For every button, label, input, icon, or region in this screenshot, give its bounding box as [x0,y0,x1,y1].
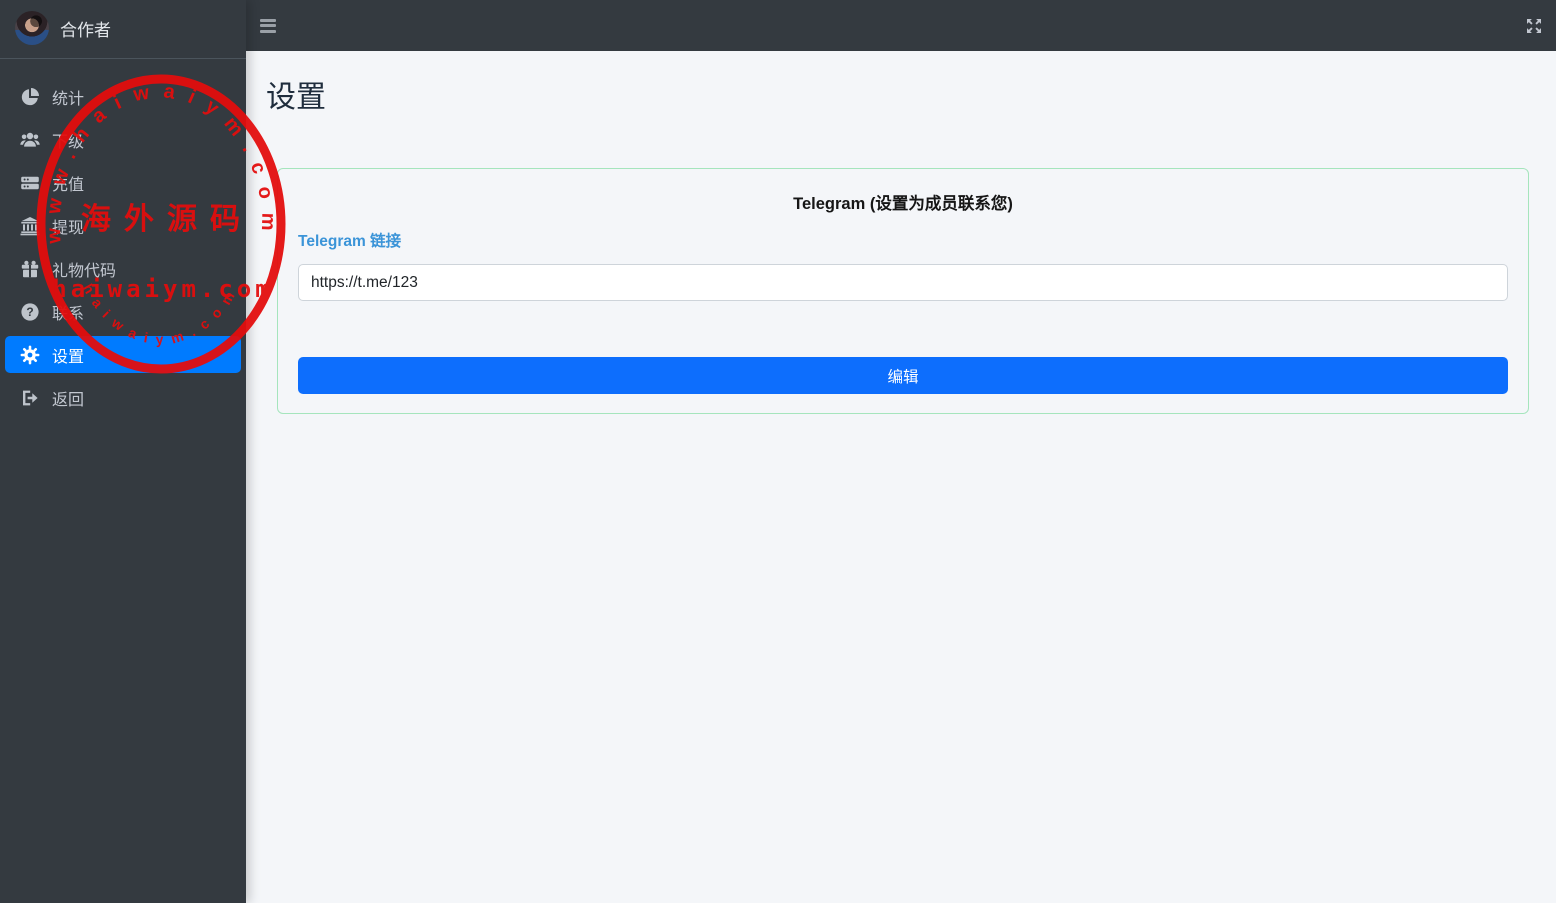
avatar [15,11,49,45]
card-title: Telegram (设置为成员联系您) [793,195,1013,213]
content: 设置 Telegram (设置为成员联系您) Telegram 链接 编辑 [246,51,1556,414]
sidebar-item-label: 联系 [52,305,85,323]
sidebar-brand[interactable]: 合作者 [0,0,246,59]
chart-pie-icon [17,87,43,107]
sidebar-item-giftcode[interactable]: 礼物代码 [5,250,241,287]
sidebar-item-recharge[interactable]: 充值 [5,164,241,201]
sidebar-item-subordinates[interactable]: 下级 [5,121,241,158]
gift-icon [17,259,43,279]
question-circle-icon: ? [17,302,43,322]
edit-button[interactable]: 编辑 [298,357,1508,394]
sidebar: 合作者 统计 下级 充值 提现 礼物代码 ? 联系 设置 返回 [0,0,246,903]
sidebar-item-back[interactable]: 返回 [5,379,241,416]
sidebar-item-label: 礼物代码 [52,262,117,280]
sidebar-item-withdraw[interactable]: 提现 [5,207,241,244]
topbar [246,0,1556,51]
main-area: 设置 Telegram (设置为成员联系您) Telegram 链接 编辑 [246,0,1556,903]
telegram-link-label: Telegram 链接 [298,233,402,250]
sidebar-item-label: 设置 [52,348,85,366]
gear-icon [17,345,43,365]
sidebar-item-settings[interactable]: 设置 [5,336,241,373]
sidebar-item-contact[interactable]: ? 联系 [5,293,241,330]
sidebar-menu: 统计 下级 充值 提现 礼物代码 ? 联系 设置 返回 [0,59,246,416]
brand-label: 合作者 [60,20,111,40]
server-icon [17,173,43,193]
hamburger-menu-icon[interactable] [260,18,276,33]
sidebar-item-label: 提现 [52,219,85,237]
sign-out-icon [17,388,43,408]
telegram-settings-card: Telegram (设置为成员联系您) Telegram 链接 编辑 [277,168,1529,414]
fullscreen-expand-icon[interactable] [1525,17,1543,35]
page-title: 设置 [266,81,326,114]
sidebar-item-label: 统计 [52,90,85,108]
telegram-link-input[interactable] [298,264,1508,301]
sidebar-item-label: 充值 [52,176,85,194]
bank-icon [17,216,43,236]
sidebar-item-stats[interactable]: 统计 [5,78,241,115]
users-icon [17,130,43,150]
svg-text:?: ? [26,305,33,319]
sidebar-item-label: 返回 [52,391,85,409]
sidebar-item-label: 下级 [52,133,85,151]
